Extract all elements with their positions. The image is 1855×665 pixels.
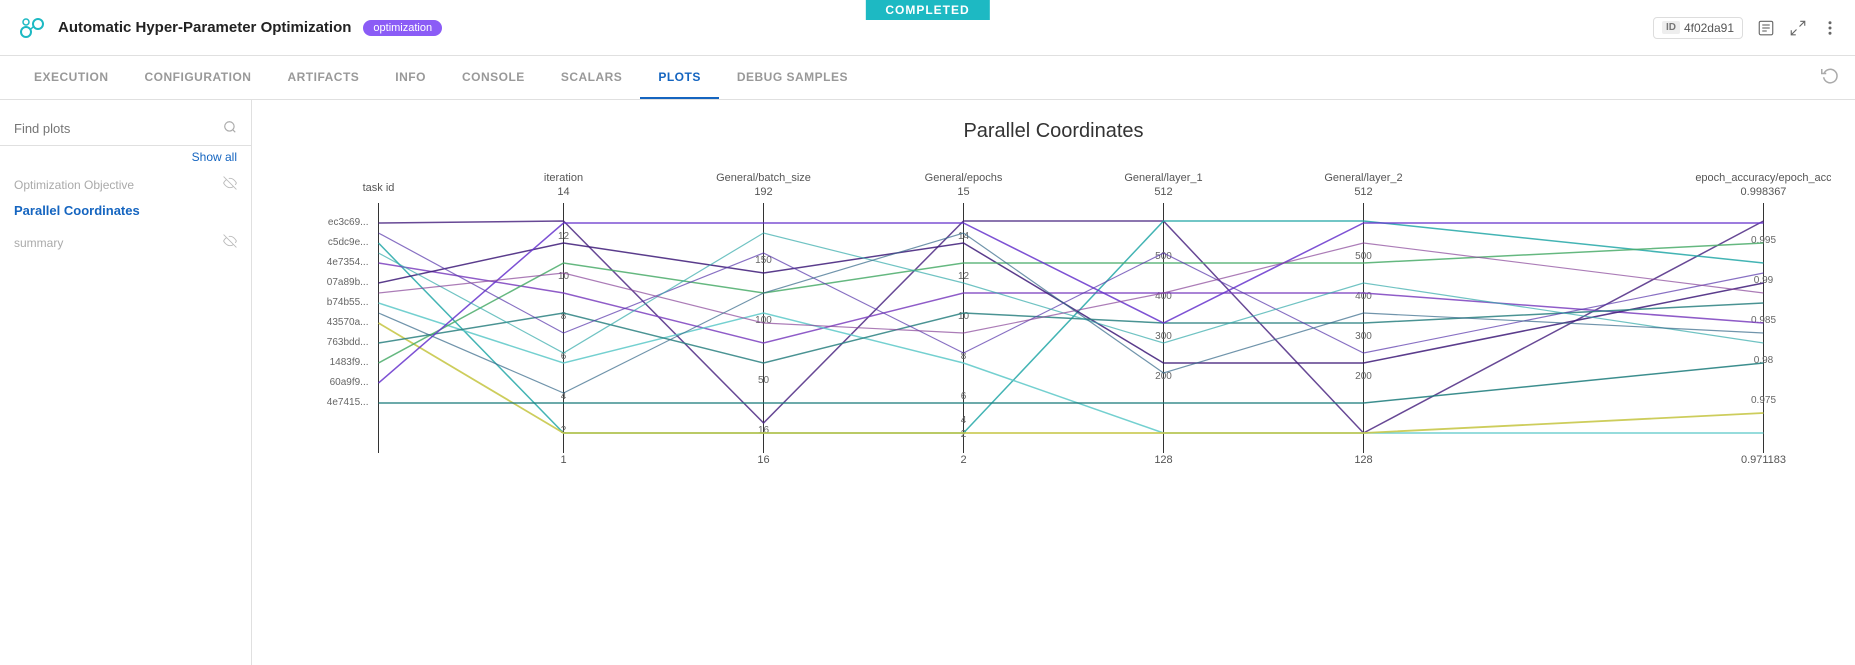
- app-title: Automatic Hyper-Parameter Optimization: [58, 19, 351, 36]
- tab-debug-samples[interactable]: DEBUG SAMPLES: [719, 56, 866, 99]
- show-all-link[interactable]: Show all: [0, 146, 251, 166]
- axis-val-layer1-bottom: 128: [1154, 454, 1172, 466]
- parallel-coordinates-chart: ec3c69... c5dc9e... 4e7354... 07a89b... …: [276, 163, 1831, 503]
- axis-val-batch-top: 192: [754, 186, 772, 198]
- axis-val-iter-top: 14: [557, 186, 569, 198]
- axis-label-layer2: General/layer_2: [1324, 172, 1402, 184]
- axis-val-layer2-bottom: 128: [1354, 454, 1372, 466]
- task-id-2: 4e7354...: [327, 257, 369, 268]
- chart-title: Parallel Coordinates: [276, 120, 1831, 143]
- axis-val-layer2-top: 512: [1354, 186, 1372, 198]
- sidebar: Show all Optimization Objective Parallel…: [0, 100, 252, 665]
- app-tag: optimization: [363, 20, 442, 36]
- tab-info[interactable]: INFO: [377, 56, 444, 99]
- coord-line-7: [379, 243, 1764, 363]
- svg-text:0.995: 0.995: [1751, 235, 1776, 246]
- svg-text:4: 4: [961, 415, 967, 426]
- search-input[interactable]: [14, 121, 223, 136]
- axis-val-epochs-bottom: 2: [960, 454, 966, 466]
- eye-off-icon-summary[interactable]: [223, 234, 237, 251]
- svg-text:12: 12: [958, 271, 970, 282]
- svg-text:500: 500: [1355, 251, 1372, 262]
- id-badge: ID 4f02da91: [1653, 17, 1743, 39]
- task-id-0: ec3c69...: [328, 217, 369, 228]
- task-id-8: 60a9f9...: [330, 377, 369, 388]
- tab-scalars[interactable]: SCALARS: [543, 56, 641, 99]
- axis-label-task-id: task id: [363, 182, 395, 194]
- svg-text:16: 16: [758, 425, 770, 436]
- sidebar-section-optimization-label: Optimization Objective: [14, 178, 134, 192]
- top-bar-actions: ID 4f02da91: [1653, 17, 1839, 39]
- fullscreen-button[interactable]: [1789, 19, 1807, 37]
- task-id-4: b74b55...: [327, 297, 369, 308]
- task-id-7: 1483f9...: [330, 357, 369, 368]
- tab-console[interactable]: CONSOLE: [444, 56, 543, 99]
- task-id-3: 07a89b...: [327, 277, 369, 288]
- svg-text:12: 12: [558, 231, 570, 242]
- main-layout: Show all Optimization Objective Parallel…: [0, 100, 1855, 665]
- axis-val-batch-bottom: 16: [757, 454, 769, 466]
- svg-text:200: 200: [1355, 371, 1372, 382]
- task-id-1: c5dc9e...: [328, 237, 369, 248]
- axis-val-acc-bottom: 0.971183: [1741, 454, 1786, 466]
- axis-label-layer1: General/layer_1: [1124, 172, 1202, 184]
- sidebar-section-summary-label: summary: [14, 236, 63, 250]
- axis-label-iteration: iteration: [544, 172, 583, 184]
- svg-text:100: 100: [755, 315, 772, 326]
- axis-label-accuracy: epoch_accuracy/epoch_acc: [1695, 172, 1831, 184]
- axis-label-epochs: General/epochs: [925, 172, 1003, 184]
- svg-text:300: 300: [1155, 331, 1172, 342]
- sidebar-item-parallel-coordinates[interactable]: Parallel Coordinates: [0, 197, 251, 224]
- coord-line-9: [379, 363, 1764, 403]
- tabs-right-actions: [1821, 66, 1839, 89]
- axis-label-batch: General/batch_size: [716, 172, 811, 184]
- completed-badge: COMPLETED: [865, 0, 989, 20]
- svg-text:6: 6: [961, 391, 967, 402]
- tabs-bar: EXECUTION CONFIGURATION ARTIFACTS INFO C…: [0, 56, 1855, 100]
- description-button[interactable]: [1757, 19, 1775, 37]
- id-prefix: ID: [1662, 21, 1680, 34]
- main-content: Parallel Coordinates ec3c69... c5dc9e...…: [252, 100, 1855, 665]
- sidebar-section-summary: summary: [0, 224, 251, 255]
- coord-line-3: [379, 243, 1764, 363]
- app-id: 4f02da91: [1684, 21, 1734, 35]
- tab-plots[interactable]: PLOTS: [640, 56, 719, 99]
- eye-off-icon-optimization[interactable]: [223, 176, 237, 193]
- axis-val-epochs-top: 15: [957, 186, 969, 198]
- svg-text:0.975: 0.975: [1751, 395, 1776, 406]
- search-icon: [223, 120, 237, 137]
- svg-text:0.985: 0.985: [1751, 315, 1776, 326]
- axis-val-layer1-top: 512: [1154, 186, 1172, 198]
- app-logo-icon: [16, 12, 48, 44]
- task-id-6: 763bdd...: [327, 337, 369, 348]
- svg-text:50: 50: [758, 375, 770, 386]
- chart-container: ec3c69... c5dc9e... 4e7354... 07a89b... …: [276, 163, 1831, 508]
- task-id-9: 4e7415...: [327, 397, 369, 408]
- refresh-icon[interactable]: [1821, 71, 1839, 88]
- task-id-5: 43570a...: [327, 317, 369, 328]
- axis-val-acc-top: 0.998367: [1741, 186, 1787, 198]
- axis-val-iter-bottom: 1: [560, 454, 566, 466]
- tab-configuration[interactable]: CONFIGURATION: [127, 56, 270, 99]
- sidebar-search-container: [0, 116, 251, 146]
- svg-text:300: 300: [1355, 331, 1372, 342]
- sidebar-section-optimization: Optimization Objective: [0, 166, 251, 197]
- tab-execution[interactable]: EXECUTION: [16, 56, 127, 99]
- more-menu-button[interactable]: [1821, 19, 1839, 37]
- tab-artifacts[interactable]: ARTIFACTS: [269, 56, 377, 99]
